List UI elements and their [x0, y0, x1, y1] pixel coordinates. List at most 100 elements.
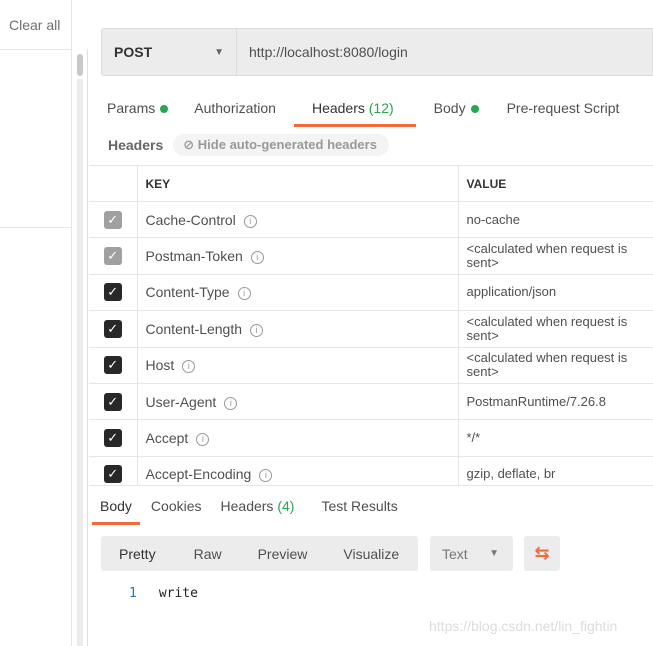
- format-toggle: Pretty Raw Preview Visualize: [101, 536, 418, 571]
- type-label: Text: [442, 545, 468, 562]
- header-value: <calculated when request is sent>: [466, 241, 628, 271]
- table-row: ✓ Content-Type i application/json: [89, 273, 653, 312]
- header-key: Accept: [145, 430, 189, 447]
- table-row: ✓ Content-Length i <calculated when reque…: [89, 310, 653, 348]
- tab-params[interactable]: Params: [107, 98, 169, 127]
- info-icon[interactable]: i: [224, 396, 238, 410]
- info-icon[interactable]: i: [196, 433, 210, 447]
- key-cell[interactable]: Cache-Control i: [136, 200, 459, 239]
- value-cell[interactable]: <calculated when request is sent>: [457, 346, 653, 384]
- value-cell[interactable]: application/json: [457, 273, 653, 312]
- response-tab-test-results[interactable]: Test Results: [313, 497, 405, 525]
- method-select[interactable]: POST ▼: [102, 29, 237, 75]
- headers-count: (4): [277, 498, 295, 514]
- header-key: Host: [145, 357, 175, 374]
- value-cell[interactable]: */*: [457, 419, 653, 457]
- url-input[interactable]: http://localhost:8080/login: [237, 44, 408, 60]
- row-checkbox[interactable]: ✓: [103, 429, 122, 448]
- column-value: VALUE: [457, 165, 653, 202]
- tab-label: Body: [433, 100, 466, 116]
- row-checkbox[interactable]: ✓: [103, 283, 122, 302]
- tab-authorization[interactable]: Authorization: [194, 98, 276, 127]
- response-tab-headers[interactable]: Headers (4): [213, 497, 303, 525]
- info-icon[interactable]: i: [250, 251, 264, 265]
- format-pretty[interactable]: Pretty: [101, 546, 156, 562]
- header-key: Content-Length: [145, 320, 243, 337]
- headers-table: KEY VALUE ✓ Cache-Control i no-cache ✓ Post…: [89, 165, 653, 494]
- key-cell[interactable]: Content-Length i: [136, 310, 459, 348]
- headers-toolbar: Headers ⊘ Hide auto-generated headers: [108, 134, 389, 156]
- row-checkbox[interactable]: ✓: [103, 465, 122, 484]
- hide-auto-headers-button[interactable]: ⊘ Hide auto-generated headers: [173, 134, 389, 156]
- headers-count: (12): [368, 100, 394, 116]
- row-checkbox-cell: ✓: [89, 310, 138, 348]
- tab-pre-request-script[interactable]: Pre-request Script: [507, 98, 620, 127]
- line-text: write: [158, 586, 198, 601]
- response-type-select[interactable]: Text ▼: [430, 536, 513, 571]
- header-key: Accept-Encoding: [145, 466, 252, 483]
- key-cell[interactable]: Content-Type i: [136, 273, 459, 312]
- tab-body[interactable]: Body: [434, 98, 479, 127]
- status-dot-icon: [470, 105, 479, 113]
- row-checkbox[interactable]: ✓: [103, 392, 122, 411]
- row-checkbox-cell: ✓: [89, 237, 138, 275]
- url-bar: POST ▼ http://localhost:8080/login: [101, 28, 653, 76]
- info-icon[interactable]: i: [259, 469, 273, 483]
- format-raw[interactable]: Raw: [176, 546, 222, 562]
- tab-headers[interactable]: Headers (12): [293, 98, 416, 127]
- key-cell[interactable]: Postman-Token i: [136, 237, 459, 275]
- method-label: POST: [114, 44, 153, 60]
- chevron-down-icon: ▼: [214, 46, 224, 58]
- scroll-track: [77, 79, 83, 646]
- table-header: KEY VALUE: [89, 165, 653, 202]
- line-number: 1: [129, 586, 137, 601]
- header-key: User-Agent: [145, 393, 217, 410]
- info-icon[interactable]: i: [250, 323, 264, 337]
- row-checkbox[interactable]: ✓: [103, 319, 122, 338]
- response-tab-body[interactable]: Body: [92, 497, 140, 525]
- clear-all-button[interactable]: Clear all: [9, 17, 60, 33]
- tab-label: Headers: [220, 498, 274, 514]
- request-panel: POST ▼ http://localhost:8080/login Params…: [89, 0, 653, 646]
- checkbox-column: [89, 165, 138, 202]
- request-tabs: Params Authorization Headers (12) Body P…: [89, 98, 653, 127]
- info-icon[interactable]: i: [182, 360, 196, 374]
- response-tabs: Body Cookies Headers (4) Test Results: [92, 497, 409, 525]
- info-icon[interactable]: i: [237, 287, 251, 301]
- table-row: ✓ Cache-Control i no-cache: [89, 200, 653, 239]
- key-cell[interactable]: Accept i: [136, 419, 459, 457]
- row-checkbox[interactable]: ✓: [103, 210, 122, 229]
- table-row: ✓ User-Agent i PostmanRuntime/7.26.8: [89, 382, 653, 421]
- format-visualize[interactable]: Visualize: [325, 546, 399, 562]
- divider: [0, 227, 72, 228]
- row-checkbox-cell: ✓: [89, 346, 138, 384]
- header-value: PostmanRuntime/7.26.8: [466, 393, 606, 409]
- row-checkbox[interactable]: ✓: [103, 356, 122, 375]
- value-cell[interactable]: <calculated when request is sent>: [457, 310, 653, 348]
- header-value: application/json: [466, 284, 557, 300]
- format-preview[interactable]: Preview: [240, 546, 308, 562]
- table-row: ✓ Postman-Token i <calculated when reques…: [89, 237, 653, 275]
- row-checkbox-cell: ✓: [89, 382, 138, 421]
- tab-label: Pre-request Script: [506, 100, 620, 116]
- sidebar-scrollbar[interactable]: [72, 49, 88, 646]
- tab-label: Test Results: [321, 498, 398, 514]
- header-key: Content-Type: [145, 284, 230, 301]
- header-key: Cache-Control: [145, 211, 236, 228]
- key-cell[interactable]: User-Agent i: [136, 382, 459, 421]
- key-cell[interactable]: Host i: [136, 346, 459, 384]
- response-tab-cookies[interactable]: Cookies: [143, 497, 210, 525]
- scroll-thumb[interactable]: [77, 54, 83, 76]
- wrap-lines-icon[interactable]: ⇆: [524, 536, 560, 571]
- header-value: no-cache: [466, 211, 520, 227]
- value-cell[interactable]: no-cache: [457, 200, 653, 239]
- tab-label: Cookies: [150, 498, 202, 514]
- info-icon[interactable]: i: [243, 214, 257, 228]
- value-cell[interactable]: PostmanRuntime/7.26.8: [457, 382, 653, 421]
- header-value: <calculated when request is sent>: [466, 313, 628, 343]
- value-cell[interactable]: <calculated when request is sent>: [457, 237, 653, 275]
- row-checkbox[interactable]: ✓: [103, 247, 122, 266]
- sidebar: Clear all: [0, 0, 72, 646]
- column-key: KEY: [136, 165, 459, 202]
- tab-label: Params: [107, 100, 156, 116]
